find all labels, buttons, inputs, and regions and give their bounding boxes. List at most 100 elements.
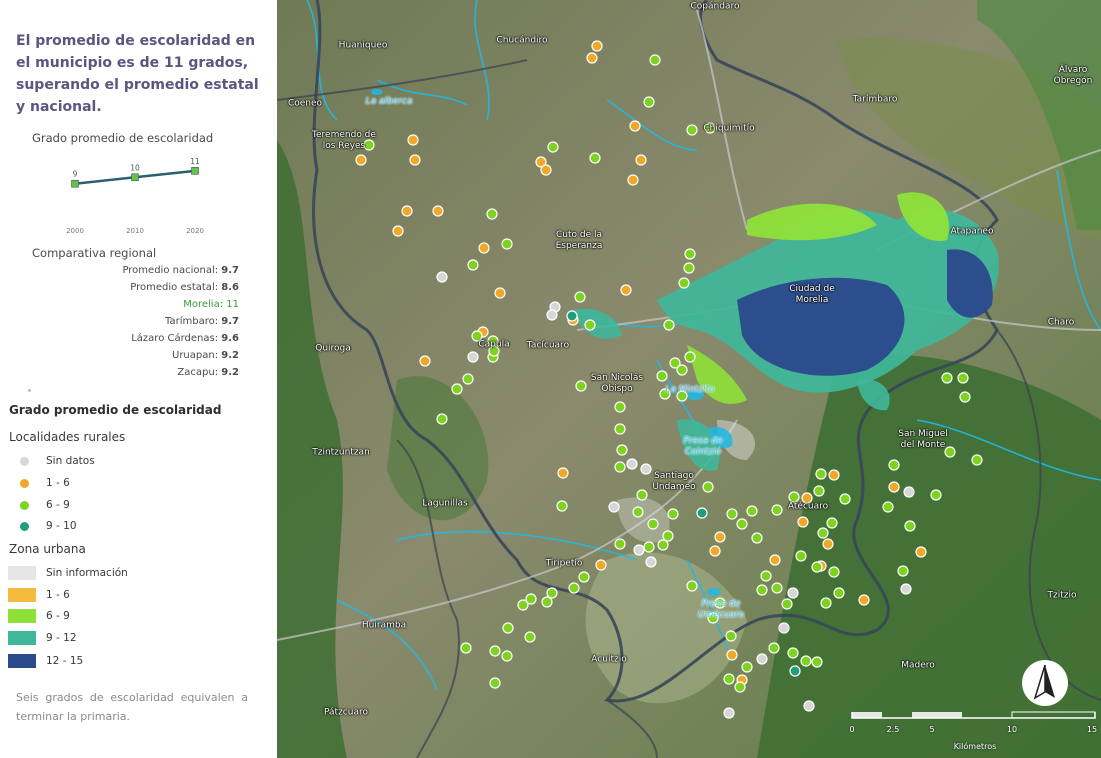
place-label-atapaneo: Atapaneo <box>950 226 994 237</box>
legend-swatch <box>8 566 36 580</box>
rural-locality-marker <box>788 491 800 503</box>
place-label-huiramba: Huiramba <box>361 620 407 631</box>
regional-value: 8.6 <box>221 282 239 293</box>
rural-locality-marker <box>795 550 807 562</box>
legend-label: Sin información <box>46 567 128 579</box>
legend-label: 6 - 9 <box>46 499 70 511</box>
rural-locality-marker <box>525 593 537 605</box>
regional-label: Zacapu: <box>177 367 219 378</box>
regional-row-tarimbaro: Tarímbaro: 9.7 <box>165 316 239 327</box>
legend-swatch <box>8 654 36 668</box>
rural-locality-marker <box>771 504 783 516</box>
regional-label: Promedio nacional: <box>122 265 219 276</box>
rural-locality-marker <box>957 372 969 384</box>
place-label-san-nicolas-obispo: San Nicolás Obispo <box>590 373 644 394</box>
rural-locality-marker <box>614 401 626 413</box>
rural-locality-marker <box>683 262 695 274</box>
rural-locality-marker <box>627 174 639 186</box>
rural-locality-marker <box>647 518 659 530</box>
rural-locality-marker <box>959 391 971 403</box>
rural-locality-marker <box>709 545 721 557</box>
rural-locality-marker <box>746 505 758 517</box>
rural-locality-marker <box>904 520 916 532</box>
rural-locality-marker <box>900 583 912 595</box>
rural-locality-marker <box>903 486 915 498</box>
rural-locality-marker <box>419 355 431 367</box>
legend-urban-12-15: 12 - 15 <box>8 653 83 669</box>
rural-locality-marker <box>797 516 809 528</box>
rural-locality-marker <box>608 501 620 513</box>
rural-locality-marker <box>494 287 506 299</box>
rural-locality-marker <box>663 319 675 331</box>
place-label-tzitzio: Tzitzio <box>1047 590 1077 601</box>
trend-value-label: 9 <box>73 170 78 179</box>
rural-locality-marker <box>813 485 825 497</box>
scale-tick-label: 0 <box>849 725 855 734</box>
regional-label: Promedio estatal: <box>130 282 219 293</box>
place-label-lagunillas: Lagunillas <box>422 498 468 509</box>
rural-locality-marker <box>489 677 501 689</box>
rural-locality-marker <box>541 596 553 608</box>
regional-value: 9.2 <box>221 367 239 378</box>
infographic: El promedio de escolaridad en el municip… <box>0 0 1101 758</box>
rural-locality-marker <box>678 277 690 289</box>
regional-row-lazaro-cardenas: Lázaro Cárdenas: 9.6 <box>131 333 239 344</box>
regional-comparison-title: Comparativa regional <box>32 246 157 260</box>
rural-locality-marker <box>501 238 513 250</box>
rural-locality-marker <box>616 444 628 456</box>
scale-tick-label: 5 <box>929 725 935 734</box>
rural-locality-marker <box>614 423 626 435</box>
place-label-chucandiro: Chucándiro <box>496 35 548 46</box>
place-label-atecuaro: Atécuaro <box>787 501 829 512</box>
rural-locality-marker <box>626 458 638 470</box>
rural-locality-marker <box>723 673 735 685</box>
rural-locality-marker <box>787 647 799 659</box>
water-label-presa-de-umecuaro: Presa de Umécuaro <box>697 599 745 620</box>
rural-locality-marker <box>696 507 708 519</box>
regional-value: 9.6 <box>221 333 239 344</box>
map[interactable]: Copándaro Chucándiro Huaniqueo Álvaro Ob… <box>277 0 1101 758</box>
rural-locality-marker <box>815 468 827 480</box>
trend-year-label: 2000 <box>66 227 84 235</box>
rural-locality-marker <box>769 554 781 566</box>
legend-label: 9 - 10 <box>46 520 77 532</box>
legend-urban-1-6: 1 - 6 <box>8 587 70 603</box>
trend-marker <box>191 167 199 175</box>
rural-locality-marker <box>888 481 900 493</box>
rural-locality-marker <box>595 559 607 571</box>
water-label-presa-de-cointzio: Presa de Cointzio <box>683 436 723 457</box>
rural-locality-marker <box>778 622 790 634</box>
rural-locality-marker <box>409 154 421 166</box>
rural-locality-marker <box>741 661 753 673</box>
place-label-copandaro: Copándaro <box>690 1 740 12</box>
scale-tick-label: 10 <box>1006 725 1018 734</box>
trend-value-label: 10 <box>130 163 140 172</box>
regional-label: Uruapan: <box>172 350 219 361</box>
place-label-chiquimitio: Chiquimitío <box>703 123 755 134</box>
rural-locality-marker <box>789 665 801 677</box>
rural-locality-marker <box>633 544 645 556</box>
place-label-acuitzio: Acuitzio <box>591 654 627 665</box>
regional-label: Lázaro Cárdenas: <box>131 333 219 344</box>
place-label-tzintzuntzan: Tzintzuntzan <box>312 447 370 458</box>
rural-locality-marker <box>401 205 413 217</box>
rural-locality-marker <box>888 459 900 471</box>
legend-title: Grado promedio de escolaridad <box>9 403 222 417</box>
legend-rural-sin-datos: Sin datos <box>20 453 95 469</box>
rural-locality-marker <box>467 259 479 271</box>
regional-value: 9.7 <box>221 265 239 276</box>
rural-locality-marker <box>502 622 514 634</box>
rural-locality-marker <box>684 248 696 260</box>
rural-locality-marker <box>800 655 812 667</box>
rural-locality-marker <box>839 493 851 505</box>
place-label-coeneo: Coeneo <box>287 98 323 109</box>
rural-locality-marker <box>882 501 894 513</box>
rural-locality-marker <box>355 154 367 166</box>
rural-locality-marker <box>546 587 558 599</box>
legend-rural-1-6: 1 - 6 <box>20 475 70 491</box>
rural-locality-marker <box>574 291 586 303</box>
rural-locality-marker <box>643 96 655 108</box>
legend-swatch <box>8 588 36 602</box>
rural-locality-marker <box>614 538 626 550</box>
rural-locality-marker <box>451 383 463 395</box>
